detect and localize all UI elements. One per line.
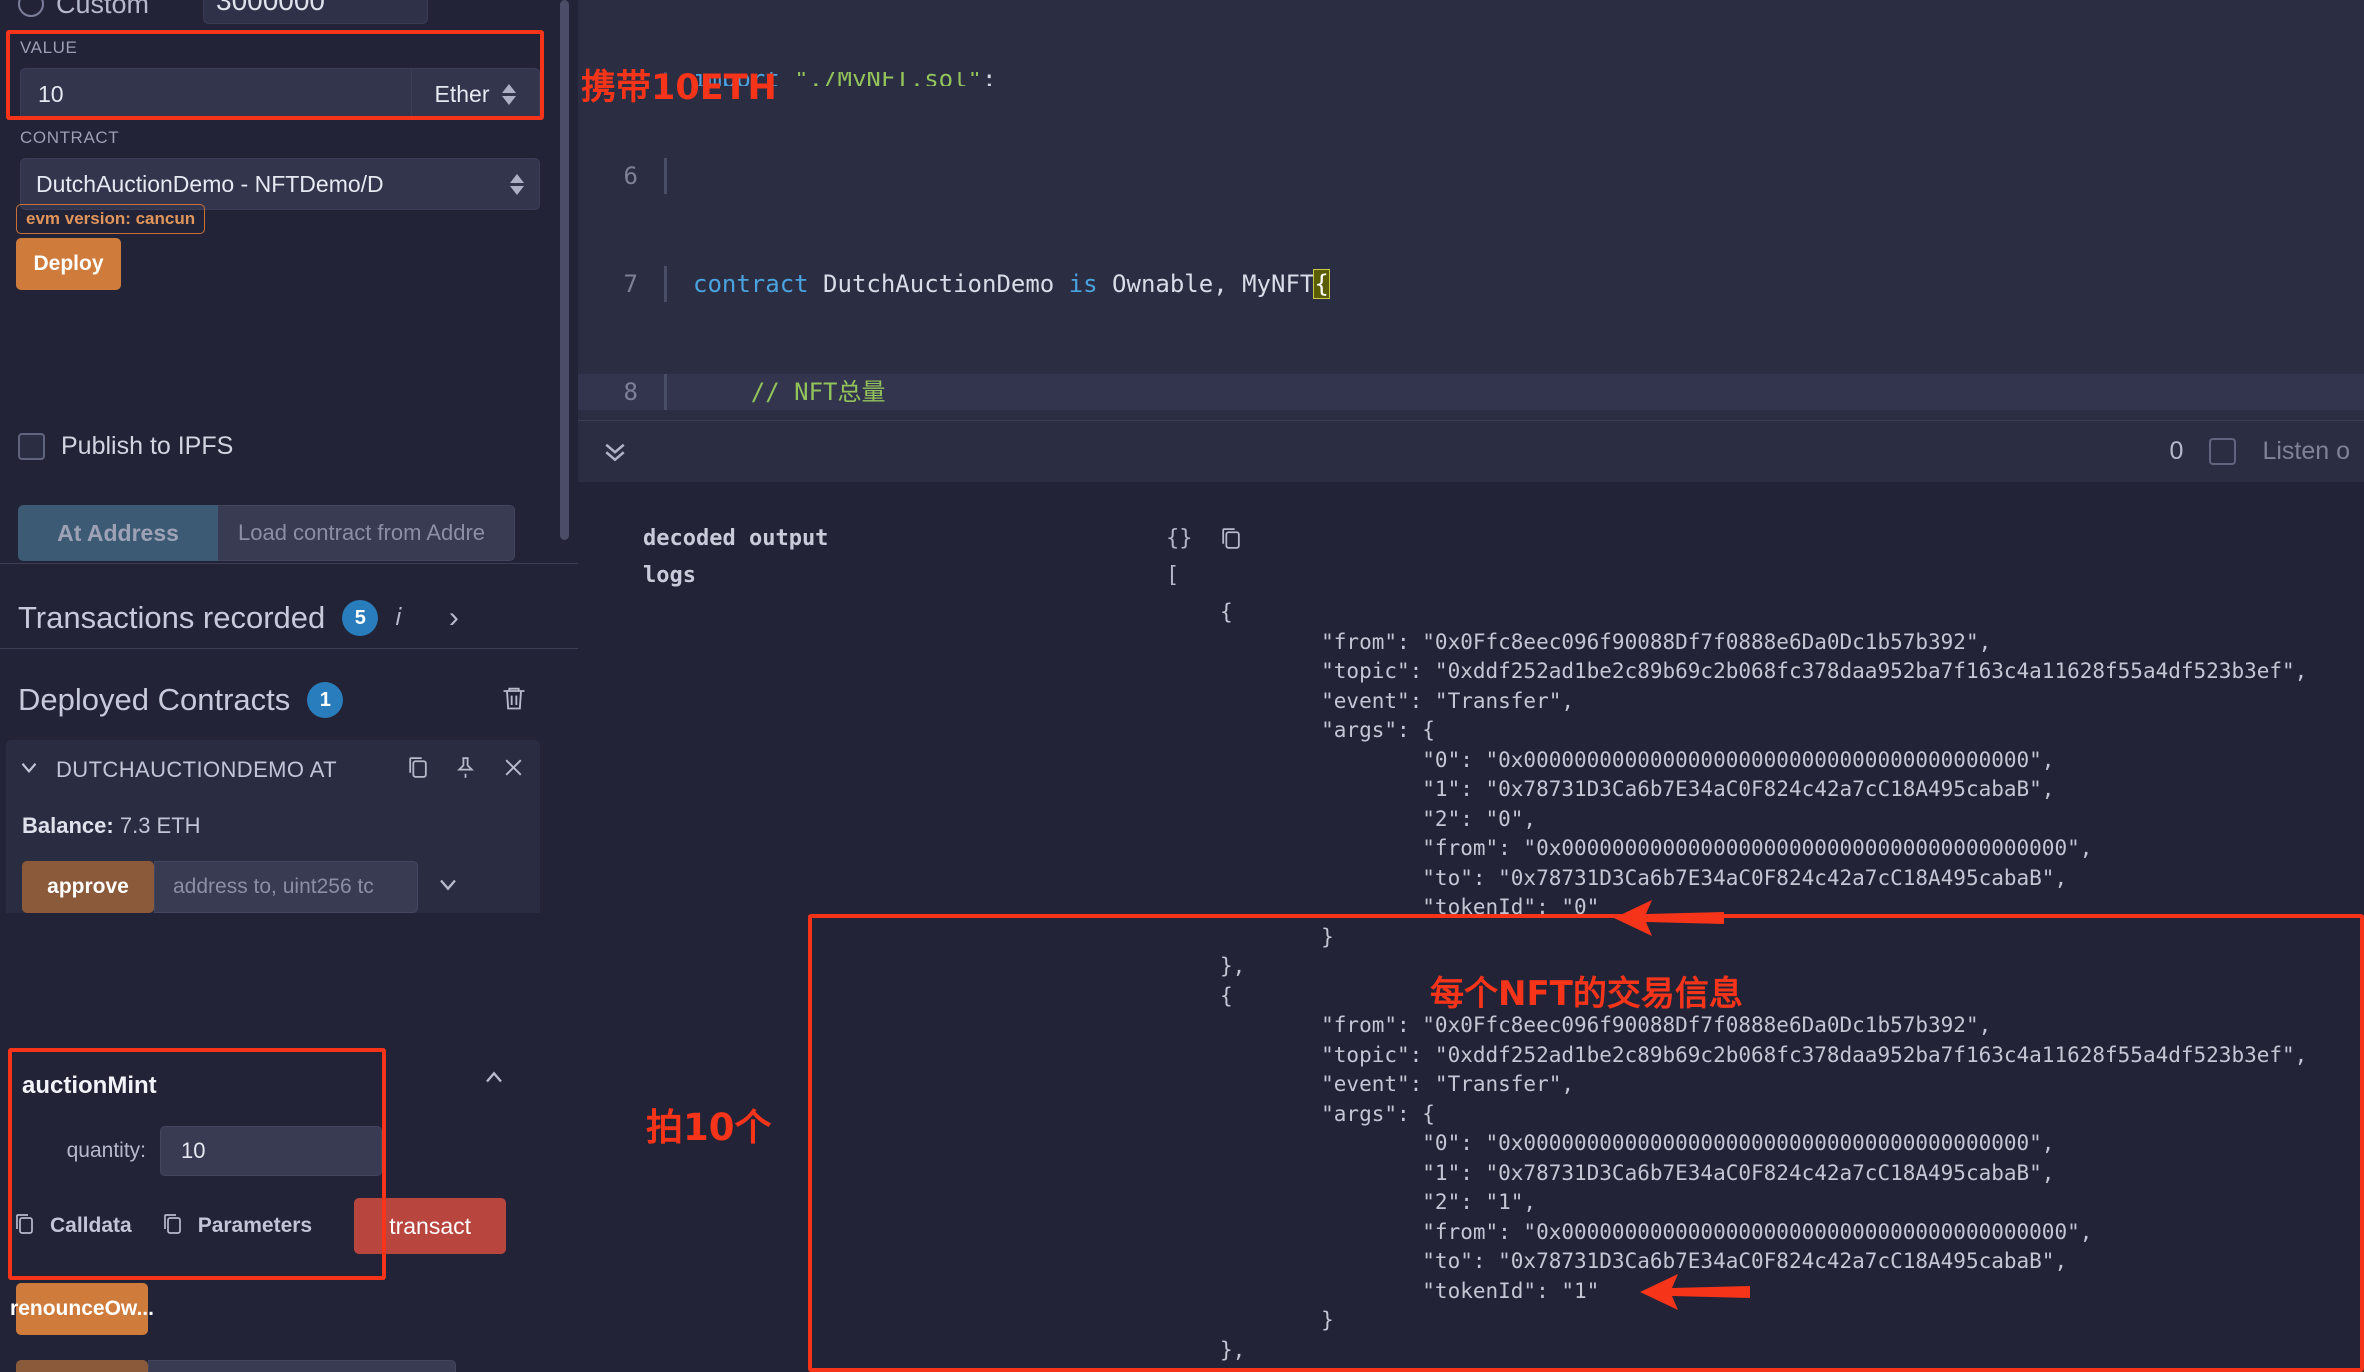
value-label: VALUE [20,38,540,58]
transactions-recorded-label: Transactions recorded [18,600,325,636]
calldata-button[interactable]: Calldata [50,1214,132,1238]
auction-mint-title: auctionMint [10,1054,530,1100]
next-function-row [16,1360,456,1372]
custom-gas-radio[interactable] [18,0,44,17]
deployed-contracts-count: 1 [307,682,343,718]
deployed-contracts-label: Deployed Contracts [18,682,290,718]
code-line: 8 // NFT总量 [578,374,2364,410]
logs-json: { "from": "0x0Ffc8eec096f90088Df7f0888e6… [1220,598,2307,1365]
deployed-contracts-row: Deployed Contracts 1 [18,682,558,718]
annotation-carry-10-eth: 携带10ETH [581,59,777,110]
chevron-updown-icon [510,174,524,195]
auction-mint-panel: auctionMint quantity: 10 Calldata Parame… [10,1054,530,1254]
next-function-input[interactable] [148,1360,456,1372]
custom-gas-label: Custom [56,0,149,20]
chevron-down-icon[interactable] [16,754,42,785]
evm-version-badge: evm version: cancun [16,204,205,234]
line-number: 8 [578,374,664,410]
publish-ipfs-label: Publish to IPFS [61,432,233,461]
deployed-contract-title: DUTCHAUCTIONDEMO AT [56,757,337,783]
contract-label: CONTRACT [20,128,540,148]
decoded-output-value: {} [1166,526,1193,551]
chevron-up-icon[interactable] [480,1064,508,1099]
contract-select-value: DutchAuctionDemo - NFTDemo/D [36,171,384,198]
remix-ide-window: Custom 3000000 VALUE 10 Ether CONTRACT D… [0,0,2364,1372]
listen-network-label: Listen o [2262,437,2350,466]
balance-label: Balance: [22,813,114,838]
trash-icon[interactable] [500,684,528,717]
line-content: // NFT总量 [667,374,886,410]
terminal-toolbar: 0 Listen o [578,420,2364,482]
value-unit-label: Ether [435,81,490,108]
logs-label: logs [643,563,696,588]
balance-value: 7.3 ETH [120,813,201,838]
transact-button[interactable]: transact [354,1198,506,1254]
arrow-pointing-tokenid-1 [1640,1272,1750,1312]
quantity-input[interactable]: 10 [160,1126,382,1176]
terminal-pending-count: 0 [2170,437,2184,466]
info-icon[interactable]: 𝑖 [395,604,402,632]
chevrons-down-icon[interactable] [600,436,630,466]
line-number: 6 [578,158,664,194]
at-address-input[interactable]: Load contract from Addre [218,505,515,561]
copy-icon[interactable] [405,755,430,785]
annotation-mint-10: 拍10个 [646,1097,772,1151]
deploy-button[interactable]: Deploy [16,238,121,290]
publish-to-ipfs-row[interactable]: Publish to IPFS [18,432,233,461]
chevron-down-icon[interactable] [434,870,462,905]
sidebar-scrollbar[interactable] [560,0,569,540]
close-icon[interactable] [501,755,526,785]
approve-function-row: approve address to, uint256 tc [22,861,462,913]
listen-network-checkbox[interactable] [2209,438,2236,465]
code-editor[interactable]: import "./MyNFT.sol"; 6 7 contract Dutch… [578,0,2364,420]
quantity-label: quantity: [10,1139,160,1163]
approve-input[interactable]: address to, uint256 tc [154,861,418,913]
copy-icon[interactable] [1218,526,1243,556]
at-address-row: At Address Load contract from Addre [18,505,515,561]
value-input[interactable]: 10 [20,68,412,120]
code-line: 7 contract DutchAuctionDemo is Ownable, … [578,266,2364,302]
transactions-recorded-count: 5 [342,600,378,636]
value-unit-select[interactable]: Ether [412,68,540,120]
annotation-nft-tx-info: 每个NFT的交易信息 [1430,966,1743,1015]
balance-row: Balance: 7.3 ETH [6,785,540,839]
code-block: import "./MyNFT.sol"; 6 7 contract Dutch… [578,0,2364,420]
decoded-output-label: decoded output [643,526,828,551]
at-address-button[interactable]: At Address [18,505,218,561]
line-content: contract DutchAuctionDemo is Ownable, My… [667,266,1329,302]
contract-select[interactable]: DutchAuctionDemo - NFTDemo/D [20,158,540,210]
main-panel: import "./MyNFT.sol"; 6 7 contract Dutch… [578,0,2364,1372]
copy-icon[interactable] [160,1212,184,1241]
copy-icon[interactable] [12,1212,36,1241]
chevron-updown-icon [502,84,516,105]
next-function-button[interactable] [16,1360,148,1372]
value-section: VALUE 10 Ether [20,38,540,120]
pin-icon[interactable] [453,755,478,785]
terminal-body: decoded output {} logs [ { "from": "0x0F… [578,482,2364,1372]
deployed-contract-card: DUTCHAUCTIONDEMO AT Balance: 7.3 ETH [6,740,540,913]
chevron-right-icon[interactable]: › [449,601,459,635]
parameters-button[interactable]: Parameters [198,1214,312,1238]
publish-ipfs-checkbox[interactable] [18,433,45,460]
arrow-pointing-tokenid-0 [1614,898,1724,938]
code-line: 6 [578,158,2364,194]
approve-button[interactable]: approve [22,861,154,913]
gas-limit-input[interactable]: 3000000 [203,0,428,24]
renounce-ownership-button[interactable]: renounceOw... [16,1283,148,1335]
contract-section: CONTRACT DutchAuctionDemo - NFTDemo/D [20,128,540,210]
transactions-recorded-row[interactable]: Transactions recorded 5 𝑖 › [18,600,558,636]
logs-open-bracket: [ [1166,563,1179,588]
deploy-and-run-sidebar: Custom 3000000 VALUE 10 Ether CONTRACT D… [0,0,578,1372]
line-number: 7 [578,266,664,302]
